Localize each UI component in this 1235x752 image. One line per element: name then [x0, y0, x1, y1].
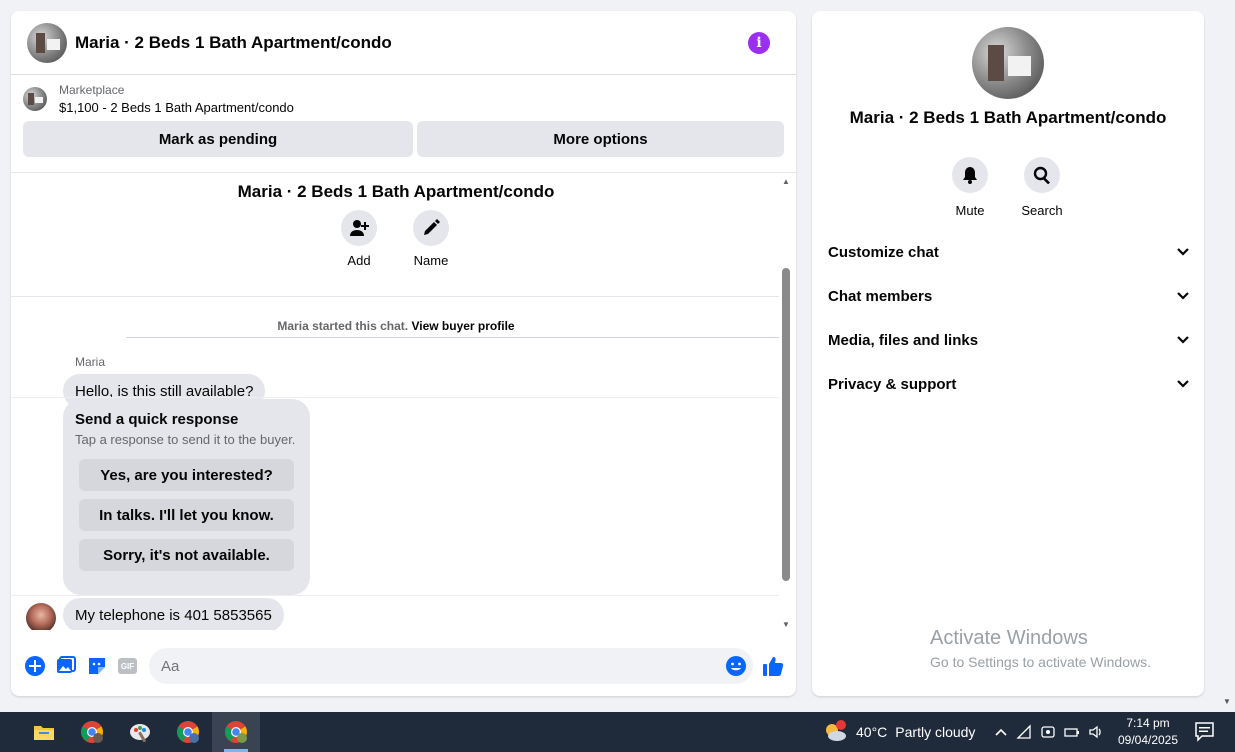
weather-widget[interactable]: 40°C Partly cloudy — [822, 712, 975, 752]
sticker-icon[interactable] — [81, 650, 112, 682]
listing-avatar[interactable] — [27, 22, 67, 63]
add-people-action[interactable]: Add — [329, 210, 389, 268]
sender-avatar[interactable] — [26, 603, 56, 630]
section-customize-chat[interactable]: Customize chat — [828, 230, 1190, 274]
listing-profile-image[interactable] — [972, 27, 1044, 99]
battery-icon[interactable] — [1064, 724, 1080, 740]
chevron-down-icon — [1177, 292, 1189, 300]
marketplace-listing: Marketplace $1,100 - 2 Beds 1 Bath Apart… — [11, 75, 796, 157]
activate-title: Activate Windows — [930, 627, 1088, 649]
activate-windows-watermark: Activate Windows Go to Settings to activ… — [930, 627, 1151, 670]
file-explorer-icon[interactable] — [20, 712, 68, 752]
page-scrollbar[interactable]: ▼ — [1219, 0, 1235, 712]
section-label: Media, files and links — [828, 331, 979, 349]
section-label: Privacy & support — [828, 375, 957, 393]
message-input[interactable] — [149, 648, 753, 684]
system-clock[interactable]: 7:14 pm 09/04/2025 — [1112, 715, 1184, 749]
quick-response-subtitle: Tap a response to send it to the buyer. — [75, 432, 296, 447]
temperature: 40°C — [856, 724, 888, 740]
name-label: Name — [413, 253, 449, 268]
scrollbar-thumb[interactable] — [782, 268, 790, 581]
quick-response-title: Send a quick response — [75, 411, 239, 428]
section-media-files-links[interactable]: Media, files and links — [828, 318, 1190, 362]
activate-subtitle: Go to Settings to activate Windows. — [930, 654, 1151, 670]
speaker-icon[interactable] — [1088, 724, 1104, 740]
quick-response-button[interactable]: Sorry, it's not available. — [79, 539, 294, 571]
mute-action[interactable]: Mute — [940, 157, 1000, 218]
bell-icon — [952, 157, 988, 193]
chrome-icon[interactable] — [164, 712, 212, 752]
listing-thumbnail[interactable] — [23, 87, 47, 111]
section-chat-members[interactable]: Chat members — [828, 274, 1190, 318]
composer: GIF — [11, 644, 796, 688]
mute-label: Mute — [955, 203, 985, 218]
message-input-wrapper — [149, 648, 753, 684]
chevron-up-icon[interactable] — [994, 725, 1008, 739]
gif-icon[interactable]: GIF — [112, 650, 143, 682]
marketplace-label: Marketplace — [59, 83, 125, 97]
chevron-down-icon — [1177, 248, 1189, 256]
thumbs-up-icon[interactable] — [757, 650, 788, 682]
divider — [126, 337, 779, 338]
partly-cloudy-icon — [826, 720, 846, 741]
chat-info-panel: Maria · 2 Beds 1 Bath Apartment/condo Mu… — [812, 11, 1204, 696]
message-bubble[interactable]: My telephone is 401 5853565 — [63, 598, 284, 630]
paint-icon[interactable] — [116, 712, 164, 752]
chevron-down-icon — [1177, 380, 1189, 388]
chat-started-notice: Maria started this chat. View buyer prof… — [11, 319, 781, 333]
name-action[interactable]: Name — [401, 210, 461, 268]
wifi-icon[interactable] — [1016, 724, 1032, 740]
mark-pending-button[interactable]: Mark as pending — [23, 121, 413, 157]
info-title: Maria · 2 Beds 1 Bath Apartment/condo — [849, 108, 1167, 127]
more-options-button[interactable]: More options — [417, 121, 784, 157]
started-text: Maria started this chat. — [277, 319, 409, 333]
message-scrollbar[interactable]: ▲ ▼ — [781, 173, 793, 630]
scroll-down-arrow-icon[interactable]: ▼ — [782, 620, 790, 629]
search-icon — [1024, 157, 1060, 193]
search-label: Search — [1021, 203, 1063, 218]
plus-icon[interactable] — [19, 650, 50, 682]
conversation-name: Maria · 2 Beds 1 Bath Apartment/condo — [237, 182, 555, 201]
info-icon[interactable]: i — [748, 31, 770, 54]
clock-time: 7:14 pm — [1126, 716, 1170, 730]
add-label: Add — [347, 253, 371, 268]
taskbar: 40°C Partly cloudy 7:14 pm 09/04/2025 — [0, 712, 1235, 752]
camera-icon[interactable] — [1040, 724, 1056, 740]
weather-condition: Partly cloudy — [895, 724, 976, 740]
scroll-up-arrow-icon[interactable]: ▲ — [782, 177, 790, 186]
chat-header: Maria · 2 Beds 1 Bath Apartment/condo i — [11, 11, 796, 75]
quick-response-button[interactable]: Yes, are you interested? — [79, 459, 294, 491]
sender-name: Maria — [75, 355, 106, 369]
search-action[interactable]: Search — [1012, 157, 1072, 218]
emoji-icon[interactable] — [725, 655, 747, 682]
taskbar-edge — [0, 712, 20, 752]
section-label: Chat members — [828, 287, 933, 305]
notification-center-icon[interactable] — [1193, 721, 1219, 743]
clock-date: 09/04/2025 — [1117, 733, 1179, 747]
chat-panel: Maria · 2 Beds 1 Bath Apartment/condo i … — [11, 11, 796, 696]
photo-icon[interactable] — [50, 650, 81, 682]
system-tray — [994, 712, 1104, 752]
chevron-down-icon — [1177, 336, 1189, 344]
pencil-icon — [413, 210, 449, 246]
scroll-down-arrow-icon[interactable]: ▼ — [1223, 697, 1231, 706]
chat-title[interactable]: Maria · 2 Beds 1 Bath Apartment/condo — [75, 33, 748, 53]
section-label: Customize chat — [828, 243, 939, 261]
view-buyer-profile-link[interactable]: View buyer profile — [411, 319, 514, 333]
message-thread[interactable]: Maria · 2 Beds 1 Bath Apartment/condo Ad… — [11, 172, 796, 630]
chrome-active-icon[interactable] — [212, 712, 260, 752]
quick-response-card: Send a quick response Tap a response to … — [63, 399, 310, 595]
chrome-profile-icon[interactable] — [68, 712, 116, 752]
add-person-icon — [341, 210, 377, 246]
quick-response-button[interactable]: In talks. I'll let you know. — [79, 499, 294, 531]
divider — [11, 296, 779, 297]
listing-price-title[interactable]: $1,100 - 2 Beds 1 Bath Apartment/condo — [59, 100, 294, 115]
divider — [11, 595, 779, 596]
divider — [11, 397, 779, 398]
section-privacy-support[interactable]: Privacy & support — [828, 362, 1190, 406]
